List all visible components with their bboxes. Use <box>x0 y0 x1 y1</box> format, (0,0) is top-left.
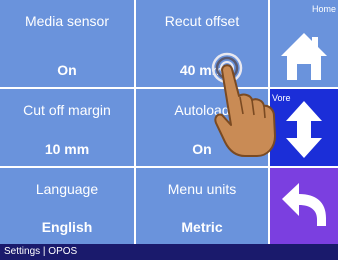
menu-units-label: Menu units <box>167 181 237 197</box>
recut-offset-label: Recut offset <box>164 13 240 29</box>
language-value: English <box>41 219 93 235</box>
cut-off-margin-value: 10 mm <box>44 141 90 157</box>
media-sensor-value: On <box>57 62 77 78</box>
settings-screen: Media sensor On Recut offset 40 mm Cut o… <box>0 0 338 260</box>
media-sensor-tile[interactable]: Media sensor On <box>0 0 134 87</box>
media-sensor-label: Media sensor <box>24 13 110 29</box>
language-label: Language <box>35 181 99 197</box>
home-icon <box>281 33 327 80</box>
menu-units-value: Metric <box>181 219 223 235</box>
status-bar: Settings | OPOS <box>0 244 338 260</box>
home-button[interactable]: Home <box>270 0 338 87</box>
up-down-arrow-icon <box>286 101 322 158</box>
move-button[interactable]: Vore <box>270 89 338 166</box>
pointing-hand-icon <box>211 52 276 157</box>
back-button[interactable] <box>270 168 338 244</box>
status-text: Settings | OPOS <box>4 246 78 257</box>
back-arrow-icon <box>282 183 326 226</box>
cut-off-margin-label: Cut off margin <box>23 102 111 118</box>
menu-units-tile[interactable]: Menu units Metric <box>136 168 268 244</box>
cut-off-margin-tile[interactable]: Cut off margin 10 mm <box>0 89 134 166</box>
language-tile[interactable]: Language English <box>0 168 134 244</box>
